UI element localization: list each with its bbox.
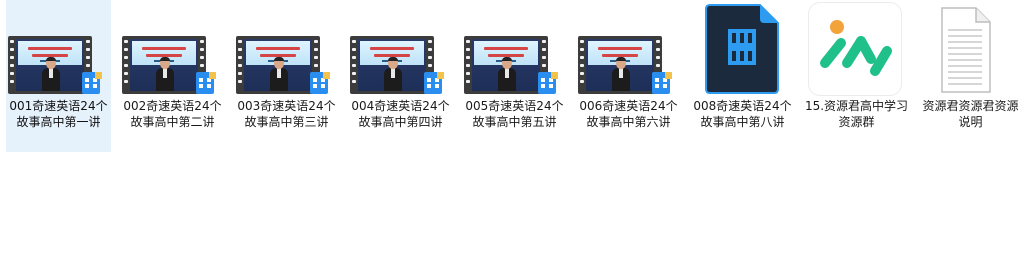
file-name-label: 006奇速英语24个故事高中第六讲 [579,99,678,129]
file-item-document[interactable]: 资源君资源君资源说明 [918,0,1023,152]
file-name-label: 002奇速英语24个故事高中第二讲 [123,99,222,129]
file-item-005[interactable]: 005奇速英语24个故事高中第五讲 [462,0,567,152]
video-file-badge-icon [310,72,330,96]
file-item-006[interactable]: 006奇速英语24个故事高中第六讲 [576,0,681,152]
video-thumbnail-icon [464,36,558,94]
file-grid: 001奇速英语24个故事高中第一讲 002奇速英语24个故事高中第二讲 003奇… [0,0,1027,280]
video-thumbnail-icon [236,36,330,94]
file-name-label: 008奇速英语24个故事高中第八讲 [693,99,792,129]
video-thumbnail-icon [578,36,672,94]
video-thumbnail-icon [122,36,216,94]
file-name-label: 001奇速英语24个故事高中第一讲 [9,99,108,129]
video-file-badge-icon [196,72,216,96]
text-document-icon [940,6,991,94]
media-player-file-icon [704,3,780,95]
file-item-shortcut[interactable]: 15.资源君高中学习资源群 [804,0,909,152]
file-name-label: 005奇速英语24个故事高中第五讲 [465,99,564,129]
file-item-008[interactable]: 008奇速英语24个故事高中第八讲 [690,0,795,152]
file-name-label: 15.资源君高中学习资源群 [804,99,909,129]
video-thumbnail-icon [350,36,444,94]
file-item-002[interactable]: 002奇速英语24个故事高中第二讲 [120,0,225,152]
video-file-badge-icon [82,72,102,96]
video-file-badge-icon [424,72,444,96]
video-file-badge-icon [652,72,672,96]
file-name-label: 003奇速英语24个故事高中第三讲 [237,99,336,129]
video-thumbnail-icon [8,36,102,94]
video-file-badge-icon [538,72,558,96]
file-name-label: 004奇速英语24个故事高中第四讲 [351,99,450,129]
file-name-label: 资源君资源君资源说明 [922,99,1019,129]
file-item-003[interactable]: 003奇速英语24个故事高中第三讲 [234,0,339,152]
file-item-004[interactable]: 004奇速英语24个故事高中第四讲 [348,0,453,152]
app-shortcut-icon [808,2,902,96]
file-item-001[interactable]: 001奇速英语24个故事高中第一讲 [6,0,111,152]
